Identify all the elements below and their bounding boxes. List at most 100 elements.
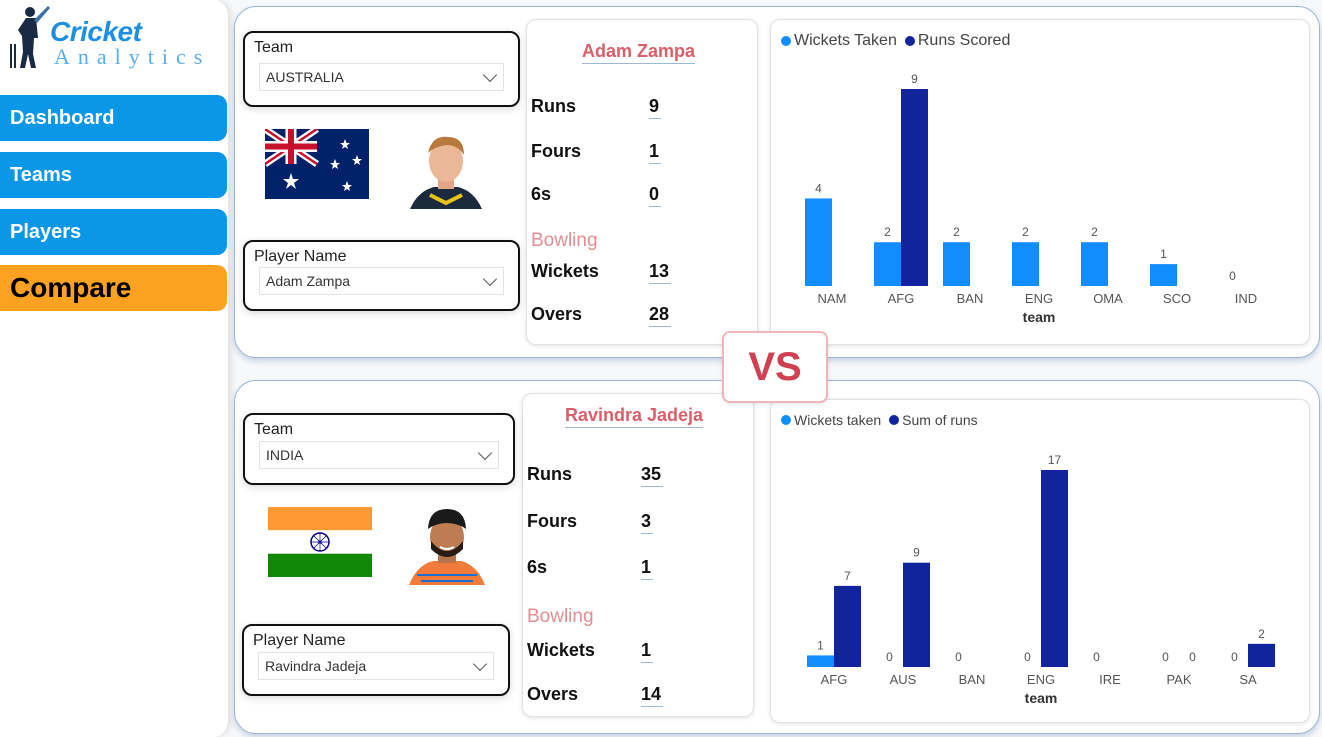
bar [1150, 264, 1177, 286]
player1-name-filter: Player Name Adam Zampa [243, 240, 520, 311]
data-label: 0 [1162, 650, 1169, 664]
india-flag-image [268, 507, 372, 577]
data-label: 2 [884, 225, 891, 239]
sixes-value: 0 [649, 184, 662, 207]
data-label: 0 [1189, 650, 1196, 664]
team-filter-label: Team [254, 421, 294, 438]
x-axis-label: team [1025, 690, 1058, 706]
x-tick-label: ENG [1027, 672, 1055, 687]
player-select[interactable]: Adam Zampa [259, 267, 504, 295]
nav-dashboard-button[interactable]: Dashboard [0, 95, 227, 141]
overs-value: 28 [649, 304, 672, 327]
data-label: 4 [815, 181, 822, 195]
fours-label: Fours [531, 141, 582, 161]
data-label: 0 [1229, 269, 1236, 283]
sidebar: Cricket Analytics Dashboard Teams Player… [0, 0, 230, 737]
bar [903, 562, 930, 667]
wickets-label: Wickets [531, 261, 599, 281]
x-tick-label: BAN [957, 291, 984, 306]
data-label: 1 [817, 638, 824, 652]
nav-players-button[interactable]: Players [0, 209, 227, 255]
data-label: 0 [1231, 650, 1238, 664]
logo: Cricket Analytics [6, 4, 226, 74]
runs-value: 35 [641, 464, 664, 487]
team-select[interactable]: AUSTRALIA [259, 63, 504, 91]
x-axis-label: team [1023, 309, 1056, 325]
player1-photo [410, 136, 482, 209]
sixes-value: 1 [641, 557, 654, 580]
data-label: 0 [886, 650, 893, 664]
chevron-down-icon [482, 67, 498, 83]
bar [874, 242, 901, 286]
bar [1012, 242, 1039, 286]
overs-label: Overs [531, 304, 583, 324]
player1-panel: Team AUSTRALIA Player Name Adam Zampa Ad… [234, 6, 1320, 358]
bar [834, 585, 861, 667]
logo-text-analytics: Analytics [54, 44, 211, 69]
team-select-value: AUSTRALIA [266, 69, 344, 85]
fours-label: Fours [527, 511, 578, 531]
player2-stats-card: Ravindra Jadeja Runs 35 Fours 3 6s 1 Bow… [522, 393, 754, 717]
bowling-heading: Bowling [527, 606, 594, 627]
sixes-label: 6s [527, 557, 548, 577]
data-label: 2 [1258, 627, 1265, 641]
chevron-down-icon [482, 271, 498, 287]
x-tick-label: AUS [890, 672, 917, 687]
data-label: 2 [1091, 225, 1098, 239]
bar [1248, 643, 1275, 667]
wickets-value: 1 [641, 640, 654, 663]
bowling-heading: Bowling [531, 230, 598, 251]
x-tick-label: NAM [818, 291, 847, 306]
x-tick-label: OMA [1093, 291, 1123, 306]
x-tick-label: AFG [821, 672, 848, 687]
team-select[interactable]: INDIA [259, 441, 499, 469]
nav-teams-button[interactable]: Teams [0, 152, 227, 198]
player1-name-title: Adam Zampa [582, 41, 696, 64]
runs-value: 9 [649, 96, 662, 119]
data-label: 1 [1160, 247, 1167, 261]
wickets-value: 13 [649, 261, 672, 284]
bar [1081, 242, 1108, 286]
player2-team-filter: Team INDIA [243, 413, 515, 485]
overs-label: Overs [527, 684, 579, 704]
x-tick-label: SA [1239, 672, 1257, 687]
data-label: 17 [1048, 453, 1062, 467]
data-label: 0 [1093, 650, 1100, 664]
fours-value: 1 [649, 141, 662, 164]
player1-chart-card: Wickets Taken Runs Scored 4 NAM 2 9 AFG 2 BAN 2… [770, 19, 1310, 345]
bar [807, 655, 834, 667]
chevron-down-icon [477, 445, 493, 461]
team-filter-label: Team [254, 39, 294, 56]
nav-compare-button[interactable]: Compare [0, 265, 227, 311]
australia-flag-image [265, 129, 369, 199]
x-tick-label: AFG [888, 291, 915, 306]
app-root: Cricket Analytics Dashboard Teams Player… [0, 0, 1322, 737]
x-tick-label: SCO [1163, 291, 1191, 306]
player2-name-title: Ravindra Jadeja [565, 405, 704, 428]
player2-name-filter: Player Name Ravindra Jadeja [242, 624, 510, 696]
player-select-value: Ravindra Jadeja [265, 658, 367, 674]
player2-photo [409, 509, 485, 585]
data-label: 7 [844, 569, 851, 583]
wickets-label: Wickets [527, 640, 595, 660]
player2-panel: Team INDIA Player Name Ravindra Jadeja R… [234, 380, 1320, 734]
x-tick-label: IRE [1099, 672, 1121, 687]
player-select[interactable]: Ravindra Jadeja [258, 652, 494, 680]
bar [943, 242, 970, 286]
chart2-svg: 17AFG09AUS0BAN017ENG0IRE0 0PAK02SAteam [807, 453, 1275, 706]
player2-chart-card: Wickets taken Sum of runs 1 7 AFG 0 9 AUS 0 BAN… [770, 399, 1310, 723]
data-label: 9 [911, 72, 918, 86]
data-label: 9 [913, 546, 920, 560]
data-label: 2 [1022, 225, 1029, 239]
x-tick-label: IND [1235, 291, 1257, 306]
x-tick-label: BAN [959, 672, 986, 687]
data-label: 0 [1024, 650, 1031, 664]
player1-stats-card: Adam Zampa Runs 9 Fours 1 6s 0 Bowling W… [526, 19, 758, 345]
bar [805, 198, 832, 286]
player-select-value: Adam Zampa [266, 273, 351, 289]
fours-value: 3 [641, 511, 654, 534]
runs-label: Runs [531, 96, 576, 116]
player-filter-label: Player Name [254, 248, 347, 265]
overs-value: 14 [641, 684, 664, 707]
data-label: 2 [953, 225, 960, 239]
